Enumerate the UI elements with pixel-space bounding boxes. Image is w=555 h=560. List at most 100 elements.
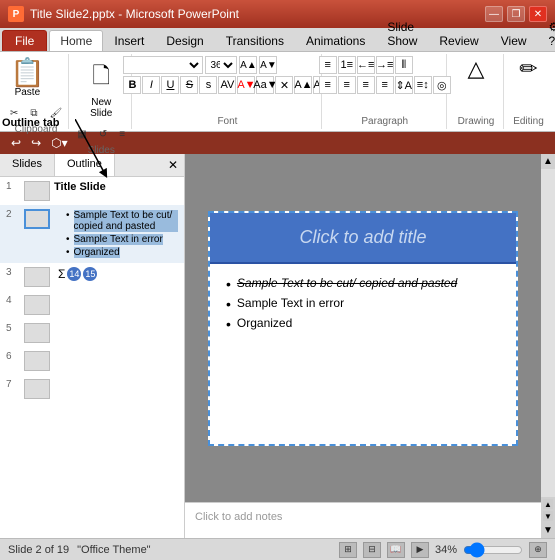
paragraph-group: ≡ 1≡ ←≡ →≡ ⫴ ≡ ≡ ≡ ≡ ⇕A ≡↕ ◎ Paragraph — [324, 54, 448, 129]
slide-thumb-3[interactable] — [24, 267, 50, 287]
drawing-icon[interactable]: △ — [468, 56, 485, 82]
tab-view[interactable]: View — [490, 30, 538, 51]
underline-button[interactable]: U — [161, 76, 179, 94]
outline-content-2: • Sample Text to be cut/ copied and past… — [54, 209, 178, 259]
main-area: Slides Outline ✕ Outline tab 1 — [0, 154, 555, 538]
outline-item-1: 1 Title Slide — [0, 177, 184, 205]
restore-button[interactable]: ❐ — [507, 6, 525, 22]
text-direction-button[interactable]: ⇕A — [395, 76, 413, 94]
tab-animations[interactable]: Animations — [295, 30, 376, 51]
tab-slide-show[interactable]: Slide Show — [376, 16, 428, 51]
align-text-button[interactable]: ≡↕ — [414, 76, 432, 94]
minimize-button[interactable]: — — [485, 6, 503, 22]
slide-thumb-6[interactable] — [24, 351, 50, 371]
outline-item-3: 3 Σ 14 15 — [0, 263, 184, 291]
status-right: ⊞ ⊟ 📖 ▶ 34% ⊕ — [339, 542, 547, 558]
bold-button[interactable]: B — [123, 76, 141, 94]
indent-decrease-button[interactable]: ←≡ — [357, 56, 375, 74]
slide-canvas[interactable]: Click to add title • Sample Text to be c… — [208, 211, 518, 446]
tab-help-icon[interactable]: ⚙ ? — [538, 16, 555, 51]
next-slide-button[interactable]: ▼ — [543, 511, 553, 521]
tab-insert[interactable]: Insert — [103, 30, 155, 51]
right-scrollbar[interactable]: ▲ ▲ ▼ ▼ — [541, 154, 555, 538]
slide-thumb-4[interactable] — [24, 295, 50, 315]
slide-thumb-1[interactable] — [24, 181, 50, 201]
bullet-item-3: • Organized — [66, 246, 178, 259]
reading-view-button[interactable]: 📖 — [387, 542, 405, 558]
slideshow-button[interactable]: ▶ — [411, 542, 429, 558]
slide-thumb-2[interactable] — [24, 209, 50, 229]
normal-view-button[interactable]: ⊞ — [339, 542, 357, 558]
paste-icon: 📋 — [10, 59, 45, 87]
notes-area[interactable]: Click to add notes — [185, 502, 541, 538]
clear-format-button[interactable]: ✕ — [275, 76, 293, 94]
annotation-label: Outline tab — [2, 117, 59, 129]
theme-name: "Office Theme" — [77, 544, 150, 556]
italic-button[interactable]: I — [142, 76, 160, 94]
increase-font-button[interactable]: A▲ — [239, 56, 257, 74]
strikethrough-button[interactable]: S — [180, 76, 198, 94]
indent-increase-button[interactable]: →≡ — [376, 56, 394, 74]
decrease-font-button[interactable]: A▼ — [259, 56, 277, 74]
font-size-select[interactable]: 36 — [205, 56, 237, 74]
slide-content: • Sample Text to be cut/ copied and past… — [210, 264, 516, 444]
new-slide-button[interactable]: 🗋 New Slide — [85, 56, 117, 122]
font-family-select[interactable] — [123, 56, 203, 74]
bullet-item-2: • Sample Text in error — [66, 233, 178, 246]
paragraph-label: Paragraph — [361, 114, 408, 127]
prev-slide-button[interactable]: ▲ — [543, 499, 553, 509]
slide-title[interactable]: Click to add title — [210, 213, 516, 264]
scroll-up-button[interactable]: ▲ — [541, 154, 555, 169]
scroll-down-button[interactable]: ▼ — [541, 523, 555, 538]
drawing-group: △ Drawing — [449, 54, 504, 129]
slide-thumb-5[interactable] — [24, 323, 50, 343]
char-spacing-button[interactable]: AV — [218, 76, 236, 94]
tab-file[interactable]: File — [2, 30, 47, 51]
title-bar: P Title Slide2.pptx - Microsoft PowerPoi… — [0, 0, 555, 28]
redo-button[interactable]: ↪ — [28, 135, 44, 151]
paste-button[interactable]: 📋 Paste — [5, 56, 50, 101]
editing-group: ✏ Editing — [506, 54, 551, 129]
slide-bullet-text-1: Sample Text to be cut/ copied and pasted — [237, 276, 457, 290]
panel-close-button[interactable]: ✕ — [162, 154, 184, 176]
align-center-button[interactable]: ≡ — [338, 76, 356, 94]
slide-canvas-area: Click to add title • Sample Text to be c… — [185, 154, 541, 502]
justify-button[interactable]: ≡ — [376, 76, 394, 94]
slide-count: Slide 2 of 19 — [8, 544, 69, 556]
slide-sorter-button[interactable]: ⊟ — [363, 542, 381, 558]
text-grow-button[interactable]: A▲ — [294, 76, 312, 94]
tab-design[interactable]: Design — [155, 30, 214, 51]
slides-list: 1 Title Slide 2 • Sample Text to be cut/… — [0, 177, 184, 538]
font-size-2-button[interactable]: Aa▼ — [256, 76, 274, 94]
status-bar: Slide 2 of 19 "Office Theme" ⊞ ⊟ 📖 ▶ 34%… — [0, 538, 555, 560]
undo-button[interactable]: ↩ — [8, 135, 24, 151]
outline-content-1: Title Slide — [54, 181, 178, 193]
tab-transitions[interactable]: Transitions — [215, 30, 295, 51]
align-right-button[interactable]: ≡ — [357, 76, 375, 94]
slide-nav-controls: ▲ ▼ — [541, 497, 555, 523]
slide-bullet-3: • Organized — [226, 316, 500, 332]
new-slide-icon: 🗋 — [92, 59, 110, 97]
zoom-level: 34% — [435, 544, 457, 556]
slide-thumb-7[interactable] — [24, 379, 50, 399]
bullet-text-2: Sample Text in error — [74, 234, 163, 245]
align-left-button[interactable]: ≡ — [319, 76, 337, 94]
editing-icon[interactable]: ✏ — [519, 56, 537, 82]
shadow-button[interactable]: s — [199, 76, 217, 94]
tab-review[interactable]: Review — [428, 30, 489, 51]
columns-button[interactable]: ⫴ — [395, 56, 413, 74]
zoom-slider[interactable] — [463, 545, 523, 555]
right-area: Click to add title • Sample Text to be c… — [185, 154, 555, 538]
slide-3-symbols: Σ 14 15 — [54, 267, 178, 281]
numbering-button[interactable]: 1≡ — [338, 56, 356, 74]
tab-home[interactable]: Home — [49, 30, 103, 51]
panel-tab-slides[interactable]: Slides — [0, 154, 55, 176]
left-panel: Slides Outline ✕ Outline tab 1 — [0, 154, 185, 538]
slide-2-bullets: • Sample Text to be cut/ copied and past… — [54, 209, 178, 259]
window-title: Title Slide2.pptx - Microsoft PowerPoint — [30, 7, 239, 21]
outline-item-6: 6 — [0, 347, 184, 375]
fit-page-button[interactable]: ⊕ — [529, 542, 547, 558]
bullets-button[interactable]: ≡ — [319, 56, 337, 74]
editing-label: Editing — [513, 114, 544, 127]
qat-extra-button[interactable]: ⬡▾ — [48, 135, 71, 151]
